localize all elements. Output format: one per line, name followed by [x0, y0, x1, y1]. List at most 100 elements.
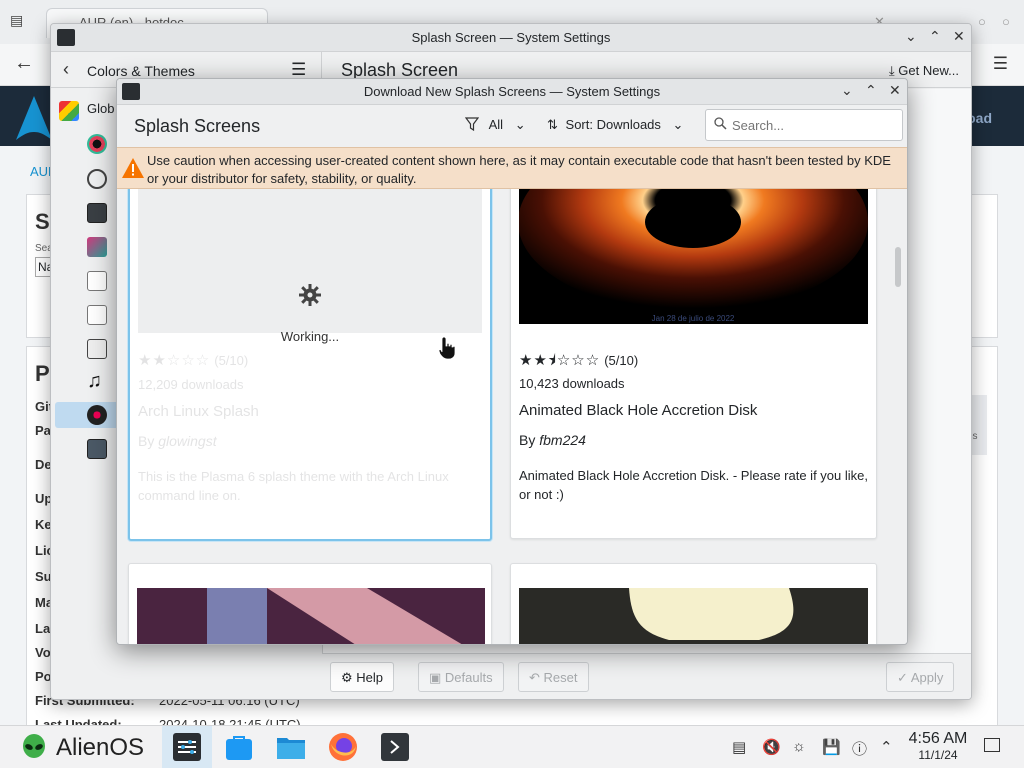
- tabs-icon[interactable]: ▤: [10, 12, 30, 30]
- icons-icon[interactable]: [87, 271, 107, 291]
- get-new-label: Get New...: [898, 63, 959, 78]
- clipboard-icon[interactable]: ▤: [732, 738, 746, 756]
- scrollbar-thumb[interactable]: [895, 247, 901, 287]
- item-name: Animated Black Hole Accretion Disk: [519, 402, 758, 419]
- splash-screen-icon[interactable]: [87, 405, 107, 425]
- maximize-icon[interactable]: ⌃: [929, 28, 941, 45]
- terminal-icon: [381, 733, 409, 761]
- help-button[interactable]: ⚙ Help: [330, 662, 395, 692]
- apply-label: Apply: [910, 670, 944, 685]
- item-preview: Jan 28 de julio de 2022: [519, 189, 868, 324]
- download-new-dialog: Download New Splash Screens — System Set…: [116, 78, 908, 645]
- minimize-icon[interactable]: ⌄: [841, 82, 853, 99]
- minimize-icon[interactable]: ⌄: [905, 28, 917, 45]
- back-arrow-icon[interactable]: ‹: [63, 59, 69, 80]
- start-menu-label[interactable]: AlienOS: [56, 734, 144, 762]
- item-card[interactable]: Jan 28 de julio de 2022 ★★⯨☆☆☆ (5/10) 10,…: [510, 189, 877, 539]
- window-decorations-icon[interactable]: [87, 203, 107, 223]
- items-grid: Working... ★★☆☆☆ (5/10) 12,209 downloads …: [117, 189, 907, 644]
- download-count: 12,209 downloads: [138, 377, 244, 392]
- warning-text: Use caution when accessing user-created …: [147, 153, 891, 186]
- hamburger-menu-icon[interactable]: ☰: [291, 60, 306, 80]
- gear-icon: [299, 284, 321, 306]
- folder-icon: [277, 738, 305, 759]
- apply-button[interactable]: ✓ Apply: [886, 662, 955, 692]
- cursors-icon[interactable]: [87, 305, 107, 325]
- restore-icon[interactable]: ○: [978, 14, 986, 29]
- login-screen-icon[interactable]: [87, 439, 107, 459]
- chevron-up-icon[interactable]: ⌃: [880, 738, 893, 756]
- settings-app-icon: [173, 733, 201, 761]
- sort-dropdown[interactable]: ⇅ Sort: Downloads ⌄: [547, 117, 683, 133]
- taskbar-terminal[interactable]: [370, 726, 420, 768]
- help-label: Help: [356, 670, 384, 685]
- preview-caption: Jan 28 de julio de 2022: [652, 314, 735, 323]
- back-to-colors-themes[interactable]: Colors & Themes: [87, 63, 195, 79]
- dialog-titlebar: Download New Splash Screens — System Set…: [117, 79, 907, 105]
- taskbar-system-settings[interactable]: [162, 726, 212, 768]
- reset-button[interactable]: ↶ Reset: [518, 662, 589, 692]
- taskbar-discover[interactable]: [214, 726, 264, 768]
- document-icon: ▣: [429, 670, 442, 685]
- maximize-icon[interactable]: ⌃: [865, 82, 877, 99]
- search-input[interactable]: [732, 115, 892, 135]
- working-status: Working...: [280, 329, 340, 344]
- sidebar-item-global-theme[interactable]: Glob: [87, 101, 114, 116]
- field-label: Vo: [35, 645, 51, 660]
- get-new-button[interactable]: ⤓ Get New...: [889, 63, 959, 79]
- close-icon[interactable]: ✕: [953, 28, 965, 45]
- plasma-style-icon[interactable]: [87, 237, 107, 257]
- close-icon[interactable]: ○: [1002, 14, 1010, 29]
- storage-icon[interactable]: 💾: [822, 738, 841, 756]
- close-icon[interactable]: ✕: [889, 82, 901, 99]
- search-icon: [714, 117, 727, 130]
- download-count: 10,423 downloads: [519, 376, 625, 391]
- global-theme-icon[interactable]: [59, 101, 79, 121]
- hamburger-menu-icon[interactable]: ☰: [993, 54, 1008, 74]
- loading-overlay: [138, 189, 482, 333]
- item-preview: [137, 588, 485, 644]
- chevron-down-icon: ⌄: [672, 117, 684, 132]
- search-box[interactable]: [705, 109, 903, 141]
- brightness-icon[interactable]: ☼: [792, 738, 806, 755]
- item-card[interactable]: Working... ★★☆☆☆ (5/10) 12,209 downloads …: [128, 189, 492, 541]
- download-icon: ⤓: [888, 63, 895, 78]
- chevron-down-icon: ⌄: [514, 117, 526, 132]
- filter-icon: [464, 117, 480, 132]
- taskbar-firefox[interactable]: [318, 726, 368, 768]
- network-icon[interactable]: ⓘ: [852, 738, 867, 759]
- launch-feedback-icon[interactable]: [87, 339, 107, 359]
- volume-muted-icon[interactable]: 🔇: [762, 738, 781, 756]
- sort-label: Sort: Downloads: [565, 117, 661, 132]
- filter-dropdown[interactable]: All ⌄: [464, 117, 526, 133]
- application-style-icon[interactable]: [87, 169, 107, 189]
- settings-window-title: Splash Screen — System Settings: [411, 30, 611, 45]
- dialog-toolbar: Splash Screens All ⌄ ⇅ Sort: Downloads ⌄: [117, 105, 907, 147]
- item-card[interactable]: [510, 563, 877, 644]
- clock[interactable]: 4:56 AM 11/1/24: [906, 730, 970, 764]
- system-sounds-icon[interactable]: ♫: [87, 371, 107, 391]
- warning-icon: [122, 158, 144, 178]
- taskbar-file-manager[interactable]: [266, 726, 316, 768]
- discover-app-icon: [226, 736, 252, 760]
- field-label: Pa: [35, 423, 51, 438]
- defaults-button[interactable]: ▣ Defaults: [418, 662, 504, 692]
- sort-icon: ⇅: [547, 117, 558, 132]
- item-card[interactable]: [128, 563, 492, 644]
- show-desktop-icon[interactable]: [984, 738, 1000, 752]
- back-arrow-icon[interactable]: ←: [14, 52, 34, 75]
- alien-logo-icon[interactable]: [22, 734, 46, 762]
- rating-text: (5/10): [604, 353, 639, 368]
- rating-text: (5/10): [214, 353, 249, 368]
- item-author[interactable]: By glowingst: [138, 433, 217, 449]
- firefox-icon: [329, 733, 357, 761]
- warning-banner: Use caution when accessing user-created …: [117, 147, 907, 189]
- rating-stars: ★★⯨☆☆☆ (5/10): [519, 352, 639, 369]
- arch-logo-icon[interactable]: [14, 94, 54, 142]
- taskbar: AlienOS ▤ 🔇 ☼ 💾 ⓘ ⌃ 4:56 AM 11/1/24: [0, 725, 1024, 768]
- item-author[interactable]: By fbm224: [519, 432, 586, 448]
- colors-icon[interactable]: [87, 134, 107, 154]
- field-label: La: [35, 621, 51, 636]
- splash-preview-card[interactable]: [971, 103, 972, 215]
- reset-label: Reset: [543, 670, 578, 685]
